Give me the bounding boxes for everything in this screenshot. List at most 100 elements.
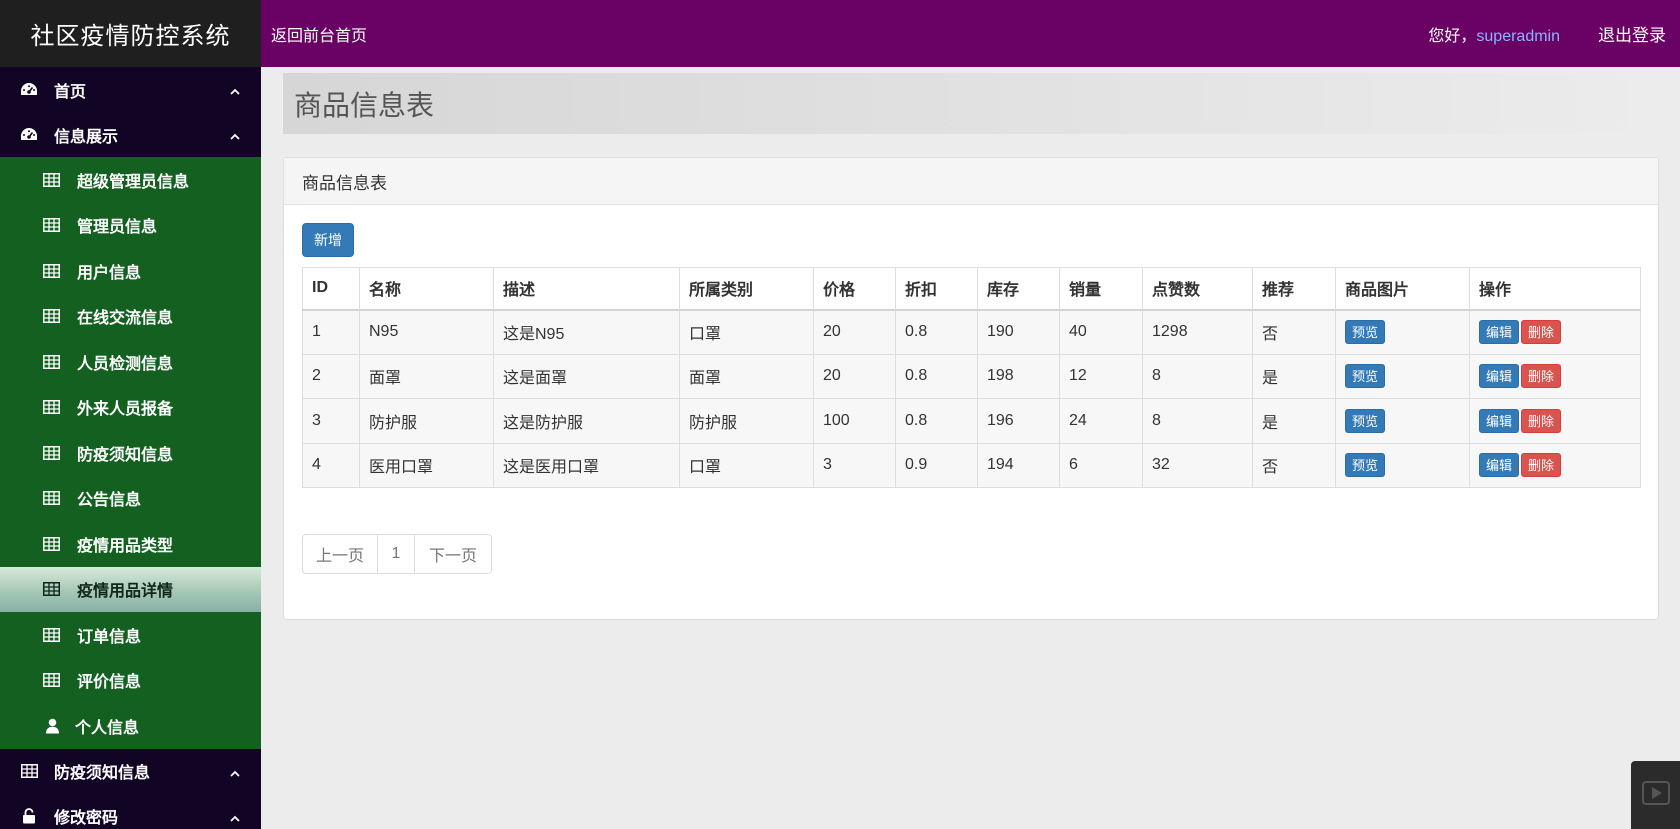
cell-sales: 24	[1059, 398, 1143, 444]
column-header-name: 名称	[359, 267, 494, 311]
dashboard-icon	[20, 126, 38, 144]
floating-widget[interactable]	[1631, 761, 1680, 829]
next-page-button[interactable]: 下一页	[415, 535, 491, 573]
panel-title: 商品信息表	[284, 158, 1658, 205]
preview-button[interactable]: 预览	[1345, 408, 1386, 433]
cell-discount: 0.8	[895, 398, 978, 444]
table-icon	[43, 673, 60, 688]
dashboard-icon	[20, 81, 38, 99]
chevron-up-icon	[230, 128, 240, 140]
page-number-button[interactable]: 1	[378, 535, 415, 573]
cell-id: 1	[302, 309, 360, 355]
cell-recommend: 是	[1252, 353, 1336, 399]
pagination: 上一页 1 下一页	[302, 534, 492, 574]
cell-sales: 6	[1059, 442, 1143, 488]
lock-icon	[20, 807, 38, 825]
cell-category: 防护服	[679, 398, 814, 444]
back-to-frontend-link[interactable]: 返回前台首页	[271, 22, 367, 46]
sidebar-item-supply-detail[interactable]: 疫情用品详情	[0, 566, 261, 612]
cell-sales: 40	[1059, 309, 1143, 355]
sidebar-item-label: 超级管理员信息	[77, 173, 190, 191]
user-area: 您好，superadmin 退出登录	[1428, 21, 1680, 46]
preview-button[interactable]: 预览	[1345, 453, 1386, 478]
sidebar-item-superadmin-info[interactable]: 超级管理员信息	[0, 157, 261, 203]
table-icon	[43, 218, 60, 233]
table-icon	[43, 263, 60, 278]
prev-page-button[interactable]: 上一页	[303, 535, 378, 573]
sidebar-item-online-chat[interactable]: 在线交流信息	[0, 294, 261, 340]
sidebar-item-supply-type[interactable]: 疫情用品类型	[0, 521, 261, 567]
column-header-likes: 点赞数	[1142, 267, 1253, 311]
sidebar-item-admin-info[interactable]: 管理员信息	[0, 203, 261, 249]
cell-likes: 8	[1142, 353, 1253, 399]
logout-link[interactable]: 退出登录	[1598, 21, 1666, 46]
edit-button[interactable]: 编辑	[1479, 408, 1520, 433]
sidebar-item-label: 评价信息	[77, 674, 142, 692]
greeting-text: 您好，	[1428, 27, 1477, 45]
column-header-recommend: 推荐	[1252, 267, 1336, 311]
sidebar-group-info-display[interactable]: 信息展示	[0, 112, 261, 157]
edit-button[interactable]: 编辑	[1479, 453, 1520, 478]
cell-description: 这是医用口罩	[493, 442, 680, 488]
cell-name: 医用口罩	[359, 442, 494, 488]
table-icon	[43, 400, 60, 415]
chevron-up-icon	[230, 765, 240, 777]
delete-button[interactable]: 删除	[1521, 453, 1562, 478]
cell-description: 这是防护服	[493, 398, 680, 444]
sidebar-submenu: 超级管理员信息 管理员信息 用户信息 在线交流信息 人员检测信息 外来人员报备 …	[0, 157, 261, 749]
app-title: 社区疫情防控系统	[0, 0, 261, 67]
product-table: ID 名称 描述 所属类别 价格 折扣 库存 销量 点赞数 推荐 商品图片 操作…	[302, 267, 1641, 488]
cell-image: 预览	[1335, 309, 1470, 355]
table-icon	[43, 582, 60, 597]
edit-button[interactable]: 编辑	[1479, 320, 1520, 344]
sidebar-group-label: 信息展示	[54, 128, 119, 146]
cell-actions: 编辑 删除	[1469, 309, 1641, 355]
table-icon	[43, 172, 60, 187]
cell-sales: 12	[1059, 353, 1143, 399]
cell-category: 口罩	[679, 309, 814, 355]
add-button[interactable]: 新增	[302, 223, 354, 257]
sidebar-item-label: 外来人员报备	[77, 401, 174, 419]
sidebar-item-label: 公告信息	[77, 492, 142, 510]
sidebar-item-order-info[interactable]: 订单信息	[0, 612, 261, 658]
sidebar: 首页 信息展示 超级管理员信息 管理员信息 用户信息 在线交流信息 人员检测信息	[0, 67, 261, 829]
sidebar-group-home[interactable]: 首页	[0, 67, 261, 112]
sidebar-group-prevention-notice[interactable]: 防疫须知信息	[0, 749, 261, 794]
preview-button[interactable]: 预览	[1345, 364, 1386, 389]
table-icon	[43, 491, 60, 506]
top-bar: 返回前台首页 您好，superadmin 退出登录	[261, 0, 1680, 67]
cell-id: 3	[302, 398, 360, 444]
column-header-description: 描述	[493, 267, 680, 311]
delete-button[interactable]: 删除	[1521, 364, 1562, 389]
sidebar-item-user-info[interactable]: 用户信息	[0, 248, 261, 294]
sidebar-item-person-test[interactable]: 人员检测信息	[0, 339, 261, 385]
cell-category: 口罩	[679, 442, 814, 488]
page-title: 商品信息表	[283, 73, 1663, 134]
sidebar-group-label: 首页	[54, 83, 87, 101]
cell-recommend: 否	[1252, 309, 1336, 355]
preview-button[interactable]: 预览	[1345, 320, 1386, 344]
cell-likes: 32	[1142, 442, 1253, 488]
sidebar-item-visitor-report[interactable]: 外来人员报备	[0, 385, 261, 431]
sidebar-item-label: 用户信息	[77, 264, 142, 282]
sidebar-item-review-info[interactable]: 评价信息	[0, 658, 261, 704]
table-icon	[43, 627, 60, 642]
sidebar-item-prevention-notice[interactable]: 防疫须知信息	[0, 430, 261, 476]
delete-button[interactable]: 删除	[1521, 320, 1562, 344]
username[interactable]: superadmin	[1476, 28, 1560, 45]
sidebar-item-label: 个人信息	[75, 719, 140, 737]
edit-button[interactable]: 编辑	[1479, 364, 1520, 389]
chevron-up-icon	[230, 83, 240, 95]
sidebar-item-personal-info[interactable]: 个人信息	[0, 703, 261, 749]
sidebar-group-change-password[interactable]: 修改密码	[0, 794, 261, 829]
column-header-sales: 销量	[1059, 267, 1143, 311]
cell-actions: 编辑 删除	[1469, 353, 1641, 399]
column-header-category: 所属类别	[679, 267, 814, 311]
play-icon	[1641, 780, 1670, 810]
delete-button[interactable]: 删除	[1521, 408, 1562, 433]
sidebar-item-announcement[interactable]: 公告信息	[0, 476, 261, 522]
cell-stock: 194	[977, 442, 1060, 488]
cell-id: 4	[302, 442, 360, 488]
cell-description: 这是N95	[493, 309, 680, 355]
chevron-up-icon	[230, 810, 240, 822]
